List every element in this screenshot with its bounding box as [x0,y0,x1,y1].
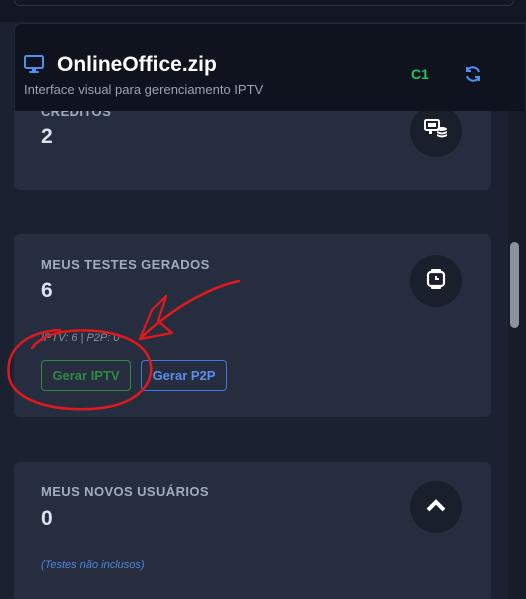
tests-label: MEUS TESTES GERADOS [41,257,210,272]
stopwatch-icon [426,268,446,295]
tests-value: 6 [41,279,53,302]
app-subtitle: Interface visual para gerenciamento IPTV [24,82,264,97]
app-title: OnlineOffice.zip [57,53,217,76]
new-users-icon-circle [410,481,462,533]
new-users-label: MEUS NOVOS USUÁRIOS [41,484,209,499]
monitor-icon [24,55,44,78]
tests-icon-circle [410,255,462,307]
refresh-icon[interactable] [464,65,482,88]
new-users-note: (Testes não inclusos) [41,559,145,571]
generate-iptv-button[interactable]: Gerar IPTV [41,360,131,391]
tests-card: MEUS TESTES GERADOS 6 IPTV: 6 | P2P: 0 G… [14,234,491,417]
server-money-icon [424,118,448,145]
scrollbar-track[interactable] [508,111,526,599]
new-users-card: MEUS NOVOS USUÁRIOS 0 (Testes não inclus… [14,462,491,599]
new-users-value: 0 [41,507,53,530]
credits-value: 2 [41,125,53,148]
chevron-up-icon [426,498,446,517]
credits-icon-circle [410,105,462,157]
scrollbar-thumb[interactable] [510,242,519,328]
tests-breakdown: IPTV: 6 | P2P: 0 [41,332,120,344]
app-header: OnlineOffice.zip Interface visual para g… [14,23,526,111]
generate-p2p-button[interactable]: Gerar P2P [141,360,227,391]
server-badge[interactable]: C1 [411,66,429,82]
